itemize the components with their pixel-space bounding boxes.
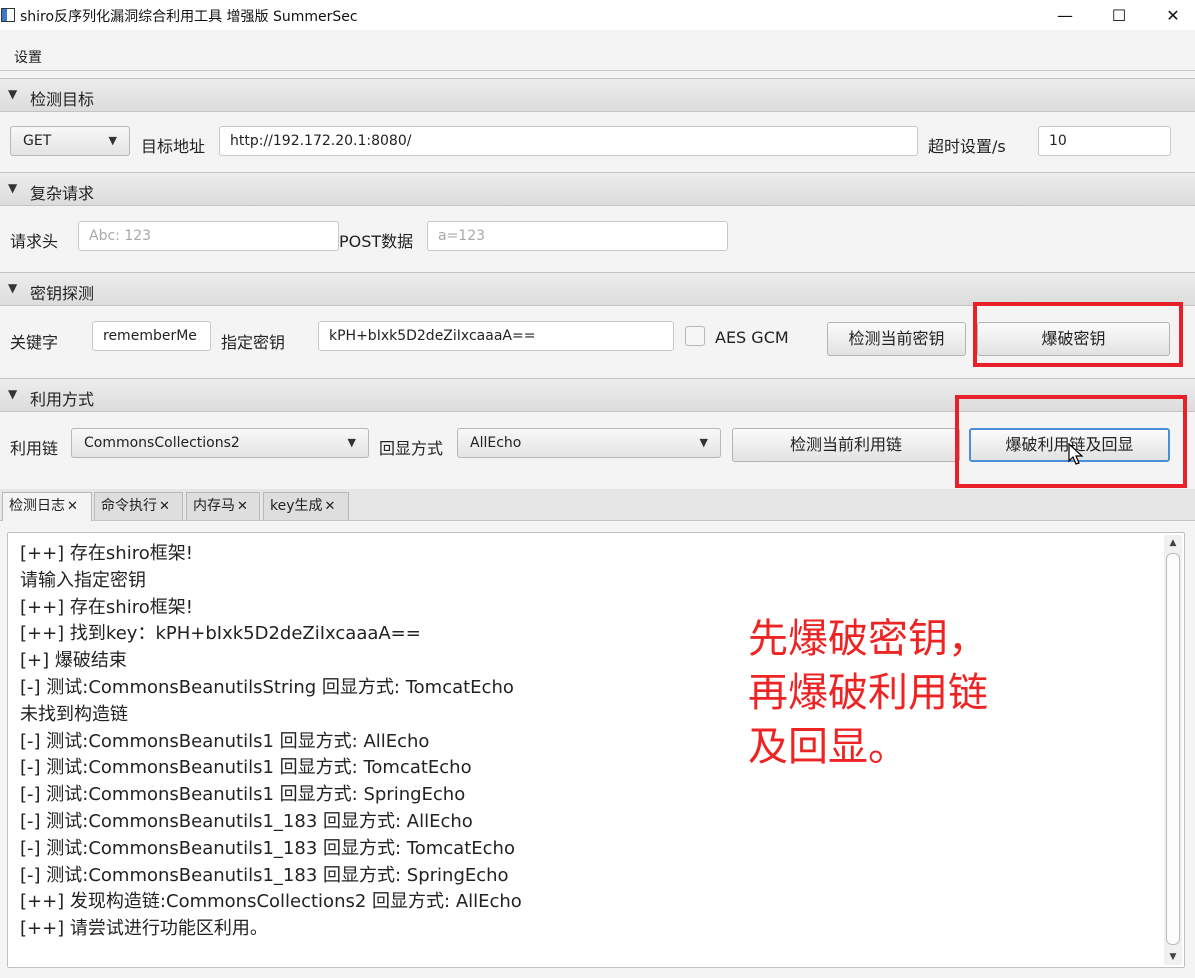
log-line: [-] 测试:CommonsBeanutils1 回显方式: TomcatEch… <box>20 757 472 779</box>
check-key-button[interactable]: 检测当前密钥 <box>827 322 966 356</box>
log-line: [++] 找到key：kPH+bIxk5D2deZiIxcaaaA== <box>20 623 421 645</box>
method-value: GET <box>23 133 52 149</box>
close-icon[interactable]: ✕ <box>159 499 170 514</box>
headers-input[interactable]: Abc: 123 <box>78 221 339 251</box>
tab-label: 内存马 <box>193 498 235 514</box>
log-line: [-] 测试:CommonsBeanutils1_183 回显方式: Sprin… <box>20 864 509 886</box>
section-header-key[interactable]: ▼ 密钥探测 <box>0 272 1195 306</box>
collapse-arrow-icon: ▼ <box>8 387 18 401</box>
tab-key-gen[interactable]: key生成 ✕ <box>263 492 349 520</box>
keyword-label: 关键字 <box>10 333 59 352</box>
url-input[interactable]: http://192.172.20.1:8080/ <box>219 126 918 156</box>
keyword-input[interactable]: rememberMe <box>92 321 211 351</box>
echo-select[interactable]: AllEcho ▼ <box>457 428 721 458</box>
brute-key-button[interactable]: 爆破密钥 <box>977 322 1170 356</box>
headers-label: 请求头 <box>10 232 59 251</box>
section-body-target: GET ▼ 目标地址 http://192.172.20.1:8080/ 超时设… <box>0 112 1195 172</box>
section-title-key: 密钥探测 <box>30 284 95 303</box>
maximize-button[interactable]: ☐ <box>1094 0 1144 30</box>
close-icon[interactable]: ✕ <box>67 499 78 514</box>
key-input[interactable]: kPH+bIxk5D2deZiIxcaaaA== <box>318 321 674 351</box>
log-lines: [++] 存在shiro框架! 请输入指定密钥 [++] 存在shiro框架! … <box>20 541 522 943</box>
close-icon[interactable]: ✕ <box>325 499 336 514</box>
chevron-down-icon: ▼ <box>108 134 117 147</box>
method-select[interactable]: GET ▼ <box>10 126 130 156</box>
tab-memshell[interactable]: 内存马 ✕ <box>186 492 260 520</box>
collapse-arrow-icon: ▼ <box>8 181 18 195</box>
echo-label: 回显方式 <box>379 439 444 458</box>
tab-label: 检测日志 <box>9 498 65 514</box>
scroll-up-icon[interactable]: ▲ <box>1164 535 1182 551</box>
chevron-down-icon: ▼ <box>699 436 708 449</box>
annotation-line: 及回显。 <box>748 724 908 770</box>
log-line: [++] 请尝试进行功能区利用。 <box>20 918 268 940</box>
mouse-cursor-icon <box>1068 443 1084 465</box>
timeout-label: 超时设置/s <box>928 137 1006 156</box>
log-line: 未找到构造链 <box>20 703 128 725</box>
app-icon <box>1 8 15 22</box>
annotation-text: 先爆破密钥， 再爆破利用链 及回显。 <box>748 612 988 774</box>
menu-bar: 设置 <box>0 38 1195 71</box>
log-line: [-] 测试:CommonsBeanutils1 回显方式: SpringEch… <box>20 784 466 806</box>
chevron-down-icon: ▼ <box>347 436 356 449</box>
section-body-complex: 请求头 Abc: 123 POST数据 a=123 <box>0 206 1195 272</box>
log-line: [++] 发现构造链:CommonsCollections2 回显方式: All… <box>20 891 522 913</box>
echo-value: AllEcho <box>470 435 522 451</box>
window-title: shiro反序列化漏洞综合利用工具 增强版 SummerSec <box>20 9 358 25</box>
section-title-exploit: 利用方式 <box>30 390 95 409</box>
chain-value: CommonsCollections2 <box>84 435 240 451</box>
collapse-arrow-icon: ▼ <box>8 87 18 101</box>
log-line: [+] 爆破结束 <box>20 650 127 672</box>
timeout-input[interactable]: 10 <box>1038 126 1171 156</box>
log-textarea[interactable]: [++] 存在shiro框架! 请输入指定密钥 [++] 存在shiro框架! … <box>7 532 1185 968</box>
log-line: [-] 测试:CommonsBeanutilsString 回显方式: Tomc… <box>20 676 514 698</box>
close-icon[interactable]: ✕ <box>237 499 248 514</box>
log-line: [-] 测试:CommonsBeanutils1_183 回显方式: Tomca… <box>20 837 515 859</box>
section-header-target[interactable]: ▼ 检测目标 <box>0 78 1195 112</box>
chain-label: 利用链 <box>10 439 59 458</box>
tab-bar: 检测日志 ✕ 命令执行 ✕ 内存马 ✕ key生成 ✕ <box>0 489 1195 521</box>
title-bar: shiro反序列化漏洞综合利用工具 增强版 SummerSec — ☐ ✕ <box>0 0 1195 30</box>
vertical-scrollbar[interactable]: ▲ ▼ <box>1164 535 1182 965</box>
scroll-thumb[interactable] <box>1166 553 1180 945</box>
annotation-line: 先爆破密钥， <box>748 616 988 662</box>
section-title-complex: 复杂请求 <box>30 184 95 203</box>
log-line: [-] 测试:CommonsBeanutils1_183 回显方式: AllEc… <box>20 810 473 832</box>
collapse-arrow-icon: ▼ <box>8 281 18 295</box>
scroll-down-icon[interactable]: ▼ <box>1164 949 1182 965</box>
section-title-target: 检测目标 <box>30 90 95 109</box>
tab-detect-log[interactable]: 检测日志 ✕ <box>2 492 92 521</box>
key-label: 指定密钥 <box>221 333 286 352</box>
minimize-button[interactable]: — <box>1040 0 1090 30</box>
aes-gcm-checkbox[interactable] <box>685 326 705 346</box>
tab-command-exec[interactable]: 命令执行 ✕ <box>94 492 183 520</box>
tab-label: key生成 <box>270 498 323 514</box>
post-data-input[interactable]: a=123 <box>427 221 728 251</box>
chain-select[interactable]: CommonsCollections2 ▼ <box>71 428 369 458</box>
check-chain-button[interactable]: 检测当前利用链 <box>732 428 960 462</box>
section-header-complex[interactable]: ▼ 复杂请求 <box>0 172 1195 206</box>
section-body-key: 关键字 rememberMe 指定密钥 kPH+bIxk5D2deZiIxcaa… <box>0 306 1195 378</box>
log-line: [++] 存在shiro框架! <box>20 543 193 564</box>
post-data-label: POST数据 <box>339 232 414 251</box>
annotation-line: 再爆破利用链 <box>748 670 988 716</box>
tab-label: 命令执行 <box>101 498 157 514</box>
close-button[interactable]: ✕ <box>1148 0 1195 30</box>
aes-gcm-label: AES GCM <box>715 328 789 347</box>
log-line: 请输入指定密钥 <box>20 569 146 591</box>
section-body-exploit: 利用链 CommonsCollections2 ▼ 回显方式 AllEcho ▼… <box>0 412 1195 489</box>
log-line: [++] 存在shiro框架! <box>20 596 193 618</box>
log-line: [-] 测试:CommonsBeanutils1 回显方式: AllEcho <box>20 730 430 752</box>
url-label: 目标地址 <box>141 137 206 156</box>
section-header-exploit[interactable]: ▼ 利用方式 <box>0 378 1195 412</box>
menu-settings[interactable]: 设置 <box>14 47 42 67</box>
